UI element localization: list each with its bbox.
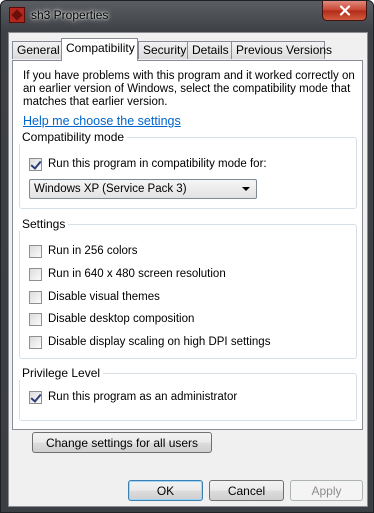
setting-disable-visual-themes[interactable]: Disable visual themes xyxy=(29,289,160,305)
properties-window: sh3 Properties General Compatibility Sec… xyxy=(0,0,374,513)
setting-label: Disable visual themes xyxy=(48,291,160,303)
setting-disable-desktop-composition[interactable]: Disable desktop composition xyxy=(29,311,194,327)
compat-mode-select[interactable]: Windows XP (Service Pack 3) xyxy=(29,179,257,199)
setting-checkbox[interactable] xyxy=(29,335,42,349)
dialog-client: General Compatibility Security Details P… xyxy=(8,32,368,507)
settings-legend: Settings xyxy=(19,217,69,231)
close-button[interactable] xyxy=(322,1,367,21)
setting-label: Disable display scaling on high DPI sett… xyxy=(48,336,271,348)
tab-compatibility[interactable]: Compatibility xyxy=(61,38,138,61)
compatibility-mode-legend: Compatibility mode xyxy=(19,130,128,144)
chevron-down-icon xyxy=(242,187,250,191)
compat-mode-selected: Windows XP (Service Pack 3) xyxy=(34,183,187,195)
setting-640x480[interactable]: Run in 640 x 480 screen resolution xyxy=(29,266,226,282)
setting-checkbox[interactable] xyxy=(29,267,42,281)
app-icon xyxy=(9,7,25,23)
tab-previous-versions[interactable]: Previous Versions xyxy=(231,41,332,59)
setting-label: Disable desktop composition xyxy=(48,313,195,325)
compat-mode-checkbox-row[interactable]: Run this program in compatibility mode f… xyxy=(29,156,267,172)
run-as-admin-checkbox[interactable] xyxy=(29,390,42,404)
tab-general[interactable]: General xyxy=(12,41,62,59)
tab-details[interactable]: Details xyxy=(187,41,232,59)
title-bar[interactable]: sh3 Properties xyxy=(1,1,373,31)
compat-mode-label: Run this program in compatibility mode f… xyxy=(48,158,267,170)
setting-label: Run in 256 colors xyxy=(48,245,138,257)
compat-mode-checkbox[interactable] xyxy=(29,157,42,171)
setting-label: Run in 640 x 480 screen resolution xyxy=(48,268,226,280)
apply-button[interactable]: Apply xyxy=(290,480,363,501)
change-settings-all-users-button[interactable]: Change settings for all users xyxy=(32,432,212,453)
compatibility-panel: If you have problems with this program a… xyxy=(12,60,363,430)
setting-256-colors[interactable]: Run in 256 colors xyxy=(29,243,138,259)
ok-button[interactable]: OK xyxy=(128,480,203,501)
setting-checkbox[interactable] xyxy=(29,244,42,258)
window-title: sh3 Properties xyxy=(31,8,109,22)
setting-checkbox[interactable] xyxy=(29,312,42,326)
close-icon xyxy=(339,5,350,16)
setting-disable-dpi-scaling[interactable]: Disable display scaling on high DPI sett… xyxy=(29,334,270,350)
setting-checkbox[interactable] xyxy=(29,290,42,304)
privilege-level-legend: Privilege Level xyxy=(19,366,104,380)
run-as-admin-row[interactable]: Run this program as an administrator xyxy=(29,389,237,405)
cancel-button[interactable]: Cancel xyxy=(209,480,284,501)
run-as-admin-label: Run this program as an administrator xyxy=(48,391,238,403)
tab-security[interactable]: Security xyxy=(138,41,188,59)
help-link[interactable]: Help me choose the settings xyxy=(23,114,181,128)
intro-text: If you have problems with this program a… xyxy=(23,70,355,108)
